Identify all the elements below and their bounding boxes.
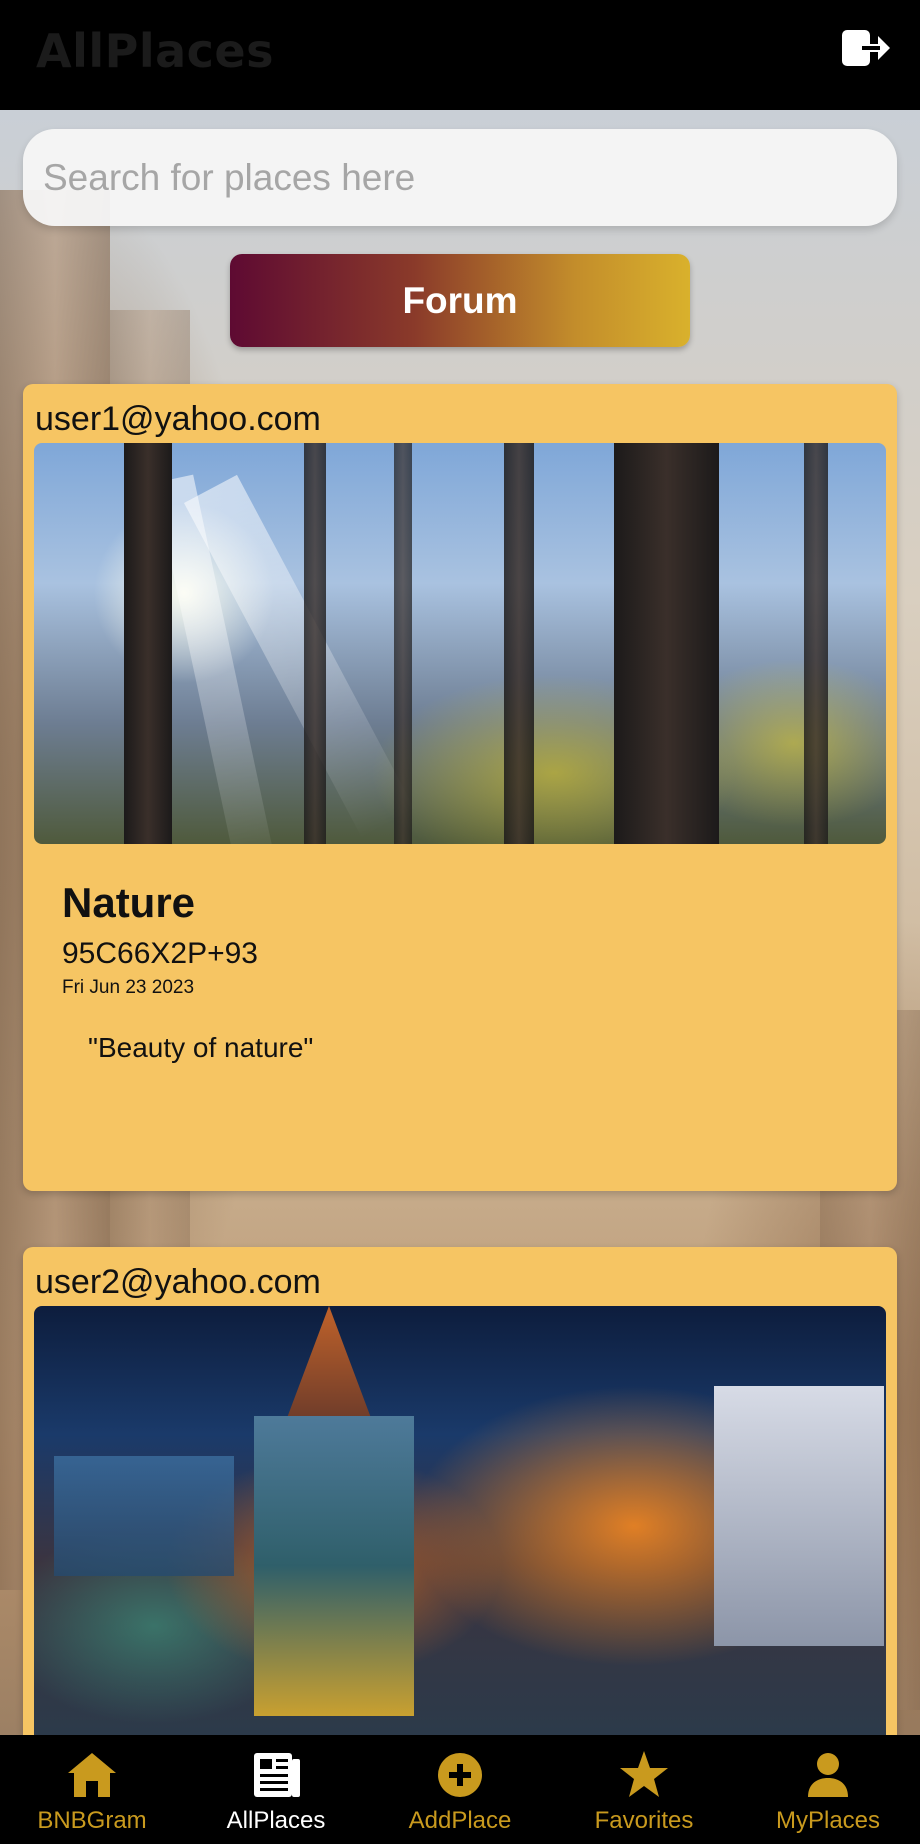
tree-trunk <box>504 443 534 844</box>
tab-addplace[interactable]: AddPlace <box>368 1735 552 1844</box>
bottom-tab-bar: BNBGram AllPlaces AddPlace Favorites MyP… <box>0 1735 920 1844</box>
church-spire <box>284 1306 374 1426</box>
place-card[interactable]: user1@yahoo.com Nature 95C66X2P+93 Fri J… <box>23 384 897 1191</box>
tab-myplaces[interactable]: MyPlaces <box>736 1735 920 1844</box>
tree-trunk <box>124 443 172 844</box>
person-icon <box>808 1753 848 1797</box>
tab-label: Favorites <box>594 1807 694 1834</box>
add-circle-icon <box>438 1753 482 1797</box>
logout-icon <box>842 30 890 66</box>
app-header: AllPlaces <box>0 0 920 110</box>
app-title: AllPlaces <box>36 24 275 78</box>
office-building <box>714 1386 884 1646</box>
place-image <box>34 443 886 844</box>
place-card[interactable]: user2@yahoo.com <box>23 1247 897 1735</box>
forum-button[interactable]: Forum <box>230 254 690 347</box>
tab-label: AllPlaces <box>226 1807 326 1834</box>
search-input[interactable] <box>23 129 897 226</box>
building-block <box>54 1456 234 1576</box>
card-user-email: user1@yahoo.com <box>35 400 321 438</box>
tab-label: MyPlaces <box>775 1807 881 1834</box>
tab-label: AddPlace <box>408 1807 512 1834</box>
card-user-email: user2@yahoo.com <box>35 1263 321 1301</box>
tree-trunk <box>614 443 719 844</box>
tree-trunk <box>804 443 828 844</box>
place-image <box>34 1306 886 1735</box>
newspaper-icon <box>254 1753 300 1797</box>
place-name: Nature <box>62 879 196 926</box>
star-icon <box>620 1751 668 1797</box>
tab-label: BNBGram <box>37 1807 147 1834</box>
home-icon <box>68 1753 116 1797</box>
cathedral-building <box>254 1416 414 1716</box>
tree-trunk <box>304 443 326 844</box>
logout-button[interactable] <box>840 26 892 70</box>
place-plus-code: 95C66X2P+93 <box>62 937 258 970</box>
place-description: "Beauty of nature" <box>88 1032 314 1063</box>
tree-trunk <box>394 443 412 844</box>
tab-favorites[interactable]: Favorites <box>552 1735 736 1844</box>
tab-bnbgram[interactable]: BNBGram <box>0 1735 184 1844</box>
place-date: Fri Jun 23 2023 <box>62 977 195 998</box>
tab-allplaces[interactable]: AllPlaces <box>184 1735 368 1844</box>
